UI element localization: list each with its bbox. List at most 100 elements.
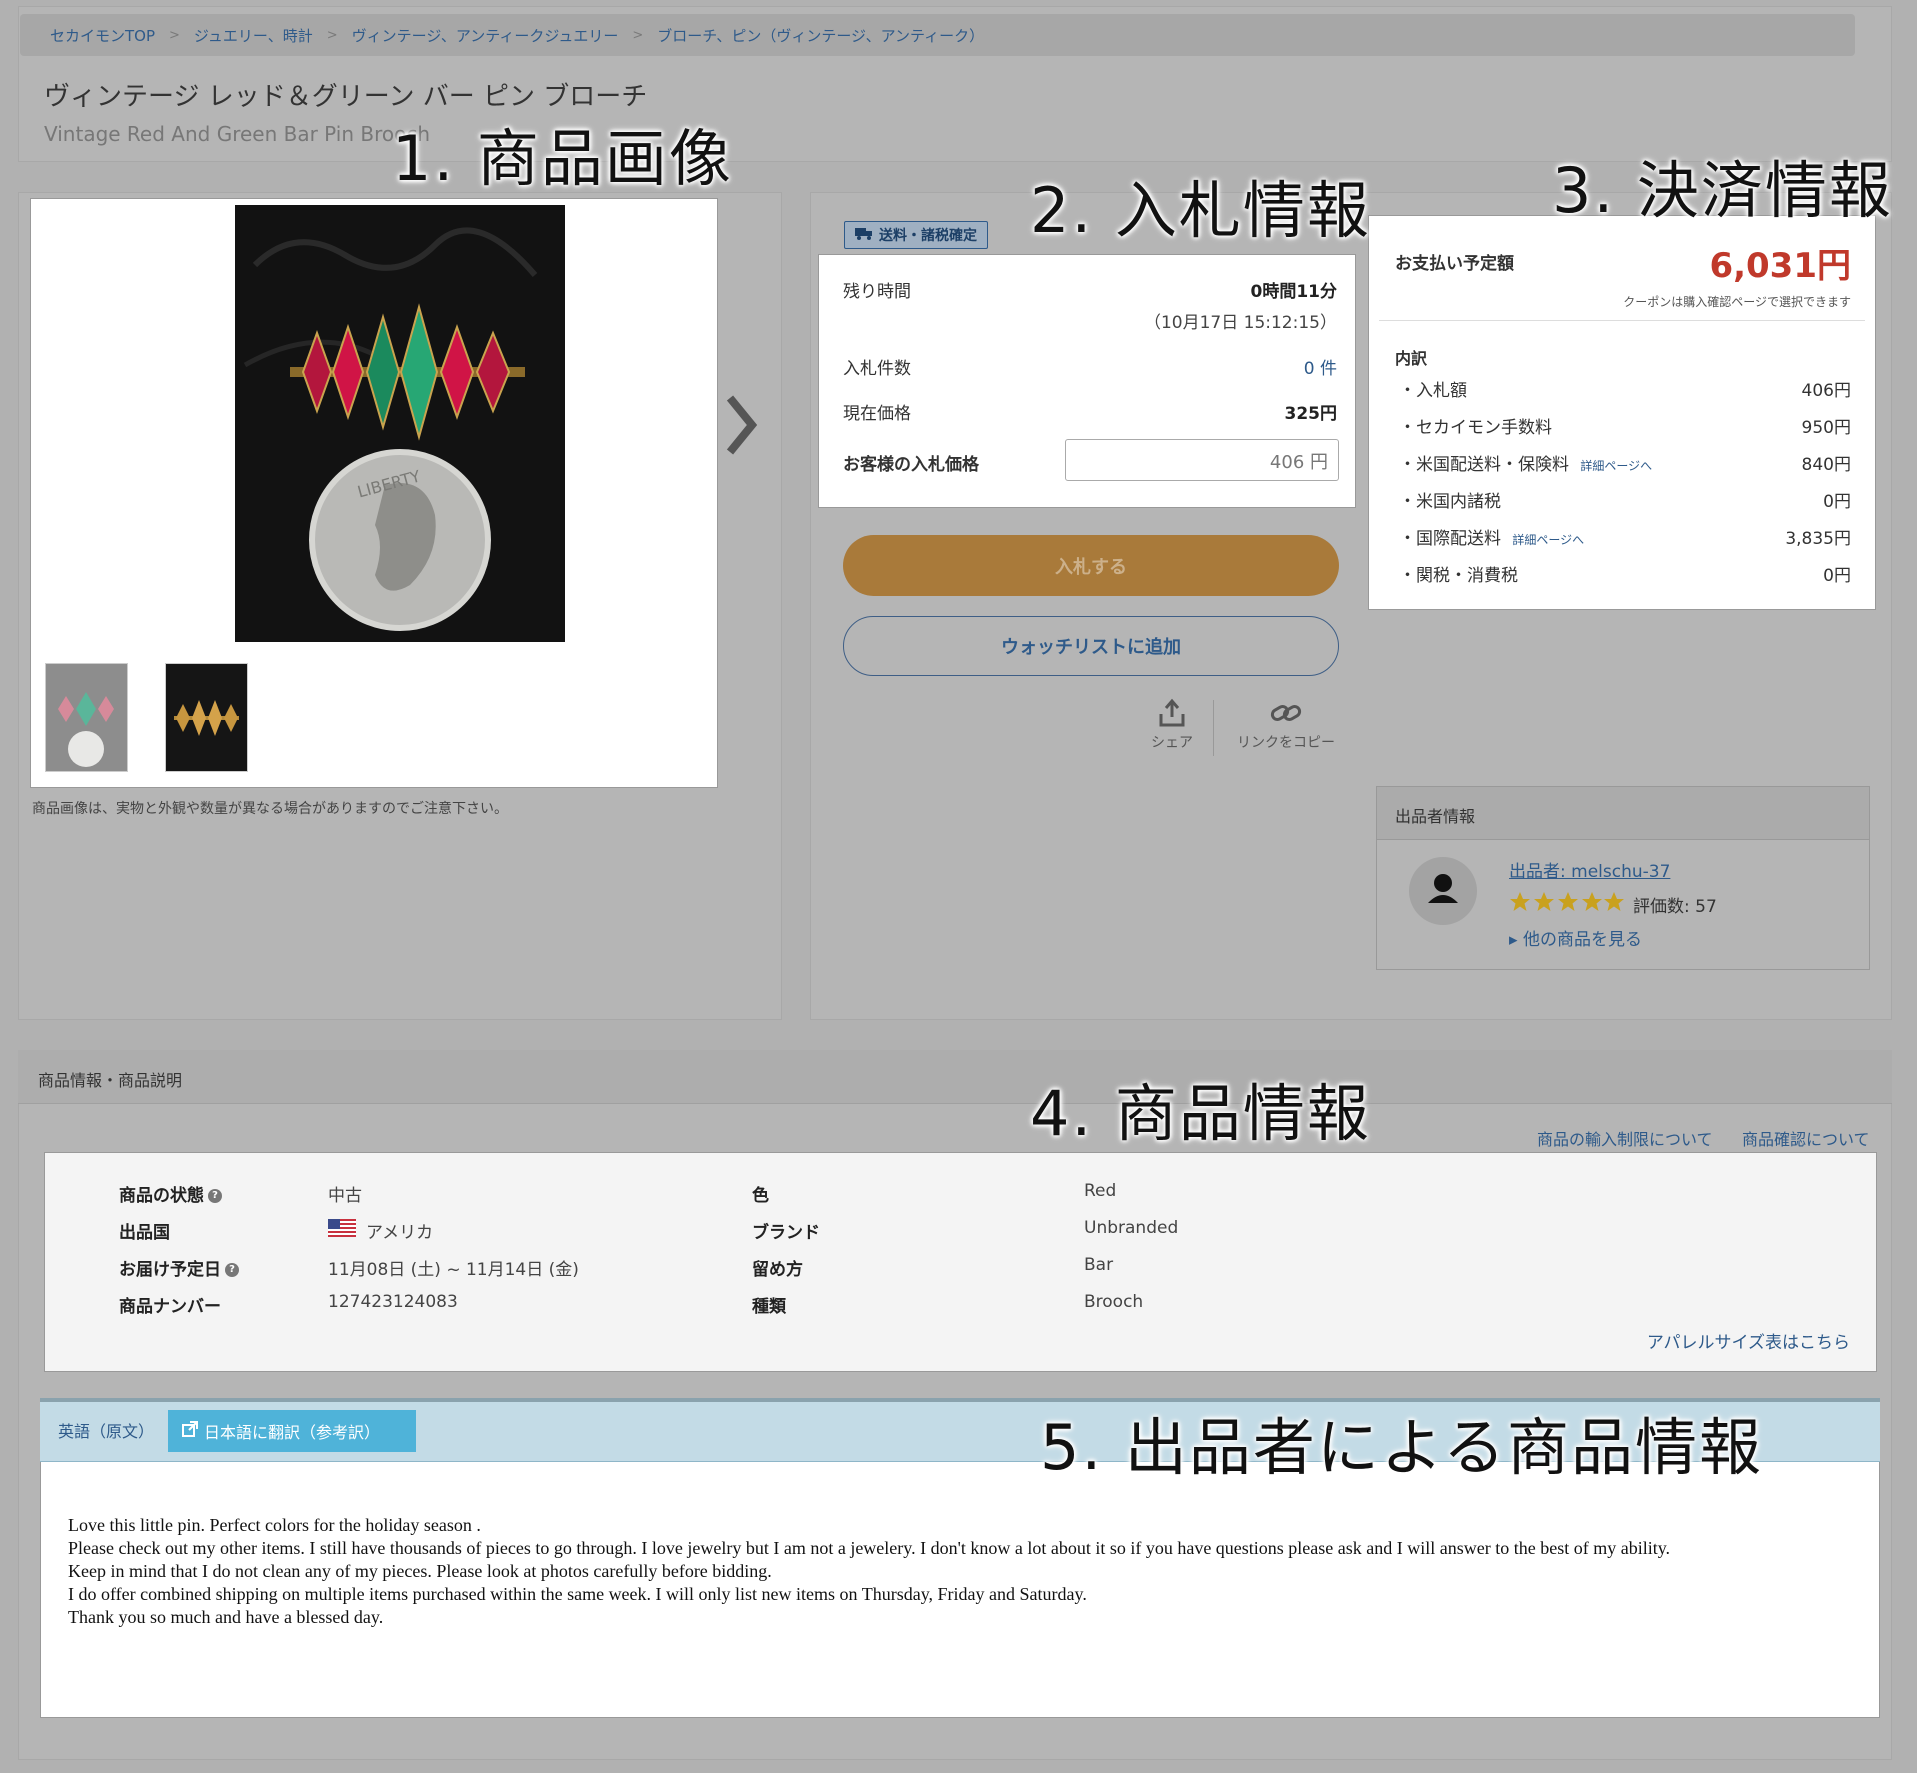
next-image-arrow-icon[interactable]: [722, 390, 762, 460]
action-divider: [1213, 700, 1214, 756]
breadcrumb-item-vintage[interactable]: ヴィンテージ、アンティークジュエリー: [352, 25, 619, 46]
import-restriction-link[interactable]: 商品の輸入制限について: [1537, 1126, 1713, 1150]
origin-label: 出品国: [119, 1223, 170, 1243]
breakdown-row-bid: ・入札額 406円: [1399, 376, 1851, 401]
color-label: 色: [752, 1186, 769, 1206]
current-price-label: 現在価格: [843, 404, 911, 424]
breakdown-amount: 950円: [1801, 418, 1851, 438]
breakdown-amount: 3,835円: [1785, 529, 1851, 549]
breakdown-row-duty: ・関税・消費税 0円: [1399, 561, 1851, 586]
breakdown-row-us-tax: ・米国内諸税 0円: [1399, 487, 1851, 512]
breadcrumb-item-brooch[interactable]: ブローチ、ピン（ヴィンテージ、アンティーク）: [657, 25, 984, 46]
other-items-label: 他の商品を見る: [1522, 930, 1642, 950]
share-label: シェア: [1151, 735, 1193, 751]
apparel-size-link[interactable]: アパレルサイズ表はこちら: [1647, 1328, 1850, 1353]
caret-right-icon: ▸: [1509, 930, 1518, 950]
question-icon[interactable]: ?: [208, 1189, 222, 1203]
origin-value: アメリカ: [328, 1218, 433, 1243]
translate-button-label: 日本語に翻訳（参考訳）: [204, 1423, 381, 1442]
other-items-link[interactable]: ▸ 他の商品を見る: [1509, 925, 1642, 950]
link-icon: [1268, 705, 1304, 732]
breakdown-amount: 0円: [1823, 566, 1851, 586]
shipping-fixed-badge: 送料・諸税確定: [844, 221, 988, 249]
breakdown-row-intl-shipping: ・国際配送料 詳細ページへ 3,835円: [1399, 524, 1851, 549]
payment-divider: [1379, 320, 1865, 321]
shipping-badge-label: 送料・諸税確定: [879, 228, 977, 244]
main-product-image[interactable]: LIBERTY: [235, 205, 565, 642]
breakdown-label: ・米国内諸税: [1399, 492, 1501, 512]
product-info-header-bar: [18, 1050, 1892, 1104]
breakdown-title: 内訳: [1395, 349, 1428, 368]
closure-value: Bar: [1084, 1255, 1114, 1275]
item-number-value: 127423124083: [328, 1292, 458, 1312]
description-line: I do offer combined shipping on multiple…: [68, 1584, 1087, 1604]
breadcrumb-item-top[interactable]: セカイモンTOP: [50, 25, 155, 46]
breakdown-label: ・入札額: [1399, 381, 1467, 401]
seller-info-box: 出品者情報 出品者: melschu-37 評価数: 57 ▸ 他の商品を見る: [1376, 786, 1870, 970]
question-icon[interactable]: ?: [225, 1263, 239, 1277]
payment-card: お支払い予定額 6,031円 クーポンは購入確認ページで選択できます 内訳 ・入…: [1368, 215, 1876, 610]
item-number-label: 商品ナンバー: [119, 1297, 221, 1317]
origin-value-text: アメリカ: [366, 1223, 434, 1243]
description-line: Thank you so much and have a blessed day…: [68, 1607, 384, 1627]
coupon-note: クーポンは購入確認ページで選択できます: [1623, 295, 1851, 309]
closure-label: 留め方: [752, 1260, 803, 1280]
chevron-right-icon: >: [169, 27, 180, 43]
seller-name-link[interactable]: 出品者: melschu-37: [1509, 857, 1670, 882]
thumbnail-image-2[interactable]: [165, 663, 248, 772]
current-price-value: 325円: [1284, 404, 1338, 424]
share-icon: [1157, 698, 1187, 732]
tab-original-english[interactable]: 英語（原文）: [58, 1418, 154, 1442]
time-left-label: 残り時間: [843, 282, 911, 302]
copy-link-label: リンクをコピー: [1237, 735, 1335, 751]
intl-shipping-detail-link[interactable]: 詳細ページへ: [1512, 533, 1584, 547]
place-bid-button[interactable]: 入札する: [843, 535, 1339, 596]
seller-rating: 評価数: 57: [1509, 891, 1717, 917]
payment-total: 6,031円: [1709, 246, 1851, 286]
annotation-product-info: 4. 商品情報: [1030, 1077, 1371, 1150]
rating-count: 評価数: 57: [1633, 896, 1717, 917]
brand-value: Unbranded: [1084, 1218, 1179, 1238]
breakdown-row-us-shipping: ・米国配送料・保険料 詳細ページへ 840円: [1399, 450, 1851, 475]
bid-price-input[interactable]: 406 円: [1065, 439, 1339, 481]
seller-header: 出品者情報: [1377, 787, 1869, 840]
breakdown-label: ・セカイモン手数料: [1399, 418, 1552, 438]
breakdown-label: ・米国配送料・保険料: [1399, 455, 1569, 475]
page-subtitle: Vintage Red And Green Bar Pin Brooch: [44, 122, 431, 146]
us-flag-icon: [328, 1219, 356, 1242]
breakdown-amount: 0円: [1823, 492, 1851, 512]
delivery-label-text: お届け予定日: [119, 1260, 221, 1280]
condition-value: 中古: [328, 1186, 362, 1206]
description-line: Love this little pin. Perfect colors for…: [68, 1515, 481, 1535]
external-link-icon: [182, 1421, 198, 1441]
copy-link-button[interactable]: リンクをコピー: [1226, 698, 1346, 752]
product-check-link[interactable]: 商品確認について: [1742, 1126, 1870, 1150]
share-button[interactable]: シェア: [1140, 698, 1204, 752]
breadcrumb-item-jewelry[interactable]: ジュエリー、時計: [194, 25, 313, 46]
annotation-bid-info: 2. 入札情報: [1030, 174, 1371, 247]
breakdown-row-fee: ・セカイモン手数料 950円: [1399, 413, 1851, 438]
condition-label-text: 商品の状態: [119, 1186, 204, 1206]
chevron-right-icon: >: [326, 27, 338, 43]
annotation-payment-info: 3. 決済情報: [1552, 154, 1893, 227]
delivery-value: 11月08日 (土) ~ 11月14日 (金): [328, 1260, 579, 1280]
bid-count-label: 入札件数: [843, 359, 911, 379]
bid-count-link[interactable]: 0 件: [1304, 354, 1337, 379]
brand-label: ブランド: [752, 1223, 820, 1243]
product-info-card: 商品の状態? 中古 出品国 アメリカ お届け予定日? 11月08日 (土) ~ …: [44, 1152, 1877, 1372]
condition-label: 商品の状態?: [119, 1181, 222, 1206]
annotation-product-image: 1. 商品画像: [392, 122, 733, 195]
time-left-value: 0時間11分: [1250, 282, 1338, 302]
breadcrumb: セカイモンTOP > ジュエリー、時計 > ヴィンテージ、アンティークジュエリー…: [20, 14, 1855, 56]
color-value: Red: [1084, 1181, 1117, 1201]
thumbnail-image-1[interactable]: [45, 663, 128, 772]
annotation-seller-description: 5. 出品者による商品情報: [1040, 1411, 1764, 1484]
description-body: Love this little pin. Perfect colors for…: [40, 1462, 1880, 1718]
breakdown-label: ・国際配送料: [1399, 529, 1501, 549]
star-rating-icon: [1509, 891, 1625, 917]
section-title: 商品情報・商品説明: [38, 1071, 183, 1090]
delivery-label: お届け予定日?: [119, 1255, 239, 1280]
translate-button[interactable]: 日本語に翻訳（参考訳）: [168, 1410, 416, 1452]
add-to-watchlist-button[interactable]: ウォッチリストに追加: [843, 616, 1339, 676]
us-shipping-detail-link[interactable]: 詳細ページへ: [1580, 459, 1652, 473]
